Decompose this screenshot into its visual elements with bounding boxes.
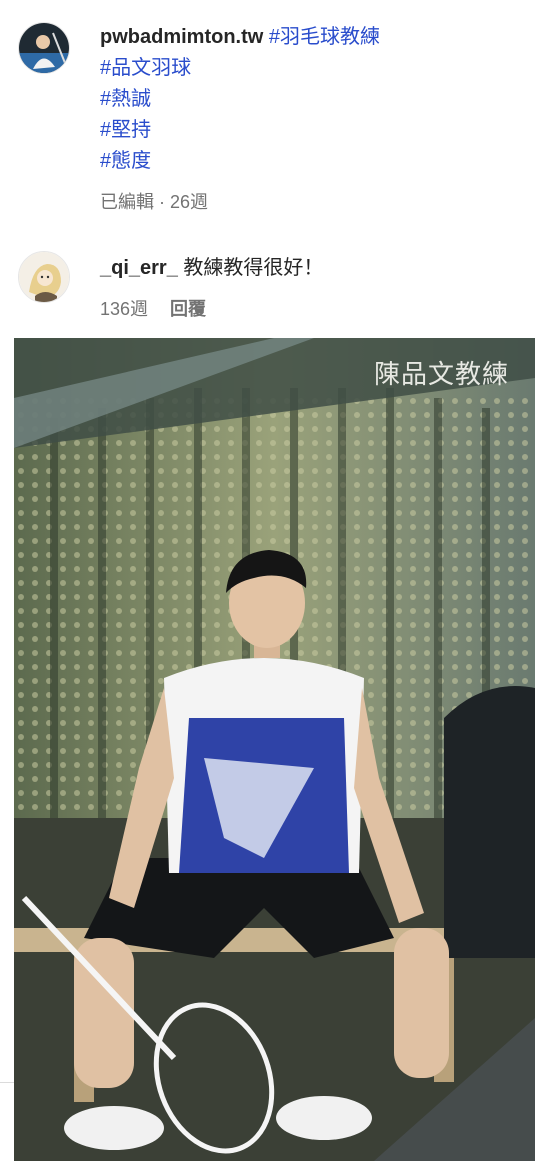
hashtag-link[interactable]: #堅持 (100, 115, 380, 146)
badminton-player-photo (14, 338, 535, 1161)
caption-body: pwbadmimton.tw #羽毛球教練 #品文羽球 #熱誠 #堅持 #態度 … (100, 22, 380, 218)
hashtag-link[interactable]: #熱誠 (100, 84, 380, 115)
commenter-avatar[interactable] (18, 251, 70, 303)
comment-photo[interactable]: 陳品文教練 (14, 338, 535, 1161)
reply-meta: 136週 回覆 (100, 294, 323, 325)
reply-button[interactable]: 回覆 (170, 294, 206, 325)
reply-body: _qi_err_ 教練教得很好！ 136週 回覆 (100, 253, 323, 325)
caption-meta: 已編輯 · 26週 (100, 187, 380, 218)
hashtag-link[interactable]: #羽毛球教練 (269, 26, 380, 48)
caption-edited-time: 已編輯 · 26週 (100, 192, 209, 212)
reply-username[interactable]: _qi_err_ (100, 257, 178, 279)
caption-comment: pwbadmimton.tw #羽毛球教練 #品文羽球 #熱誠 #堅持 #態度 … (18, 22, 380, 218)
reply-comment: _qi_err_ 教練教得很好！ 136週 回覆 (18, 251, 323, 325)
hashtag-link[interactable]: #品文羽球 (100, 53, 380, 84)
owner-avatar-image (19, 23, 69, 73)
caption-username[interactable]: pwbadmimton.tw (100, 26, 263, 48)
commenter-avatar-image (19, 252, 69, 302)
photo-watermark: 陳品文教練 (373, 360, 509, 389)
hashtag-link[interactable]: #態度 (100, 146, 380, 177)
divider (0, 1082, 14, 1083)
reply-text: 教練教得很好！ (183, 257, 324, 279)
reply-time[interactable]: 136週 (100, 294, 148, 325)
owner-avatar[interactable] (18, 22, 70, 74)
